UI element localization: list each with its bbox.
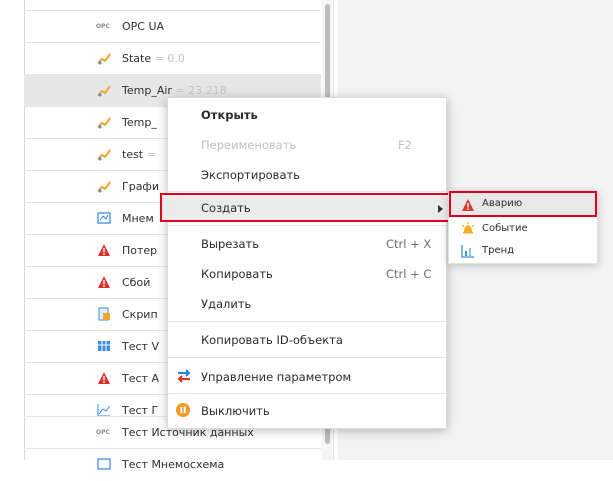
menu-item-export[interactable]: Экспортировать xyxy=(168,160,446,190)
signal-icon xyxy=(97,117,111,129)
menu-item-disable[interactable]: Выключить xyxy=(168,396,446,426)
table-icon xyxy=(98,341,110,351)
opc-icon: OPC xyxy=(96,429,110,436)
tree-item-label: Графи xyxy=(122,180,159,193)
tree-item-value: = xyxy=(146,148,156,161)
menu-item-create[interactable]: Создать xyxy=(160,193,454,222)
alarm-icon xyxy=(462,199,474,211)
signal-icon xyxy=(97,85,111,97)
tree-item-label: State xyxy=(122,52,152,65)
alarm-icon xyxy=(98,276,110,288)
menu-separator xyxy=(168,357,446,358)
submenu-arrow-icon xyxy=(438,205,443,213)
submenu-item-trend[interactable]: Тренд xyxy=(449,240,597,262)
signal-icon xyxy=(97,53,111,65)
menu-item-rename: Переименовать F2 xyxy=(201,138,412,152)
copy-shortcut: Ctrl + C xyxy=(386,267,432,281)
tree-item-label: OPC UA xyxy=(122,20,165,33)
opc-icon: OPC xyxy=(96,23,110,30)
script-icon xyxy=(98,307,110,321)
cut-shortcut: Ctrl + X xyxy=(386,237,432,251)
context-menu: Открыть Переименовать F2 Экспортировать … xyxy=(160,97,454,429)
signal-icon xyxy=(97,149,111,161)
tree-item-test-mnemonic[interactable]: Тест Мнемосхема xyxy=(24,448,321,481)
trend-icon xyxy=(461,245,474,258)
tree-item-label: Temp_ xyxy=(122,116,157,129)
chart-icon xyxy=(97,404,111,417)
menu-item-copy-id[interactable]: Копировать ID-объекта xyxy=(168,325,446,355)
menu-item-manage-param[interactable]: Управление параметром xyxy=(168,362,446,392)
tree-item-label: Сбой xyxy=(122,276,151,289)
tree-item-label: Скрип xyxy=(122,308,158,321)
menu-separator xyxy=(168,225,446,226)
pause-icon xyxy=(176,403,190,417)
alarm-icon xyxy=(98,244,110,256)
tree-item-label: Тест А xyxy=(122,372,159,385)
menu-separator xyxy=(168,393,446,394)
tree-item-label: Потер xyxy=(122,244,158,257)
event-bell-icon xyxy=(461,222,475,234)
menu-item-delete[interactable]: Удалить xyxy=(168,289,446,319)
tree-item-label: Мнем xyxy=(122,212,154,225)
menu-separator xyxy=(168,321,446,322)
submenu-label-alarm: Аварию xyxy=(482,198,523,209)
mnemonic-icon xyxy=(97,212,111,224)
rename-shortcut: F2 xyxy=(398,138,412,152)
submenu-item-event[interactable]: Событие xyxy=(449,218,597,240)
tree-item-label: test xyxy=(122,148,144,161)
tree-item-value: = 23.218 xyxy=(175,84,227,97)
tree-item-value: = 0.0 xyxy=(154,52,185,65)
menu-separator xyxy=(168,191,446,192)
menu-item-cut[interactable]: Вырезать Ctrl + X xyxy=(168,229,446,259)
submenu-item-alarm[interactable]: Аварию xyxy=(449,191,597,217)
signal-icon xyxy=(97,181,111,193)
tree-item-state[interactable]: State = 0.0 xyxy=(24,42,321,75)
mnemonic-icon xyxy=(97,458,111,470)
tree-item-label: Temp_Air xyxy=(122,84,172,97)
tree-item-opcua[interactable]: OPC OPC UA xyxy=(24,10,321,43)
create-submenu: Аварию Событие Тренд xyxy=(448,190,598,264)
menu-item-copy[interactable]: Копировать Ctrl + C xyxy=(168,259,446,289)
menu-item-open[interactable]: Открыть xyxy=(168,100,446,130)
swap-arrows-icon xyxy=(177,369,191,383)
tree-item-label: Тест V xyxy=(122,340,159,353)
alarm-icon xyxy=(98,372,110,384)
